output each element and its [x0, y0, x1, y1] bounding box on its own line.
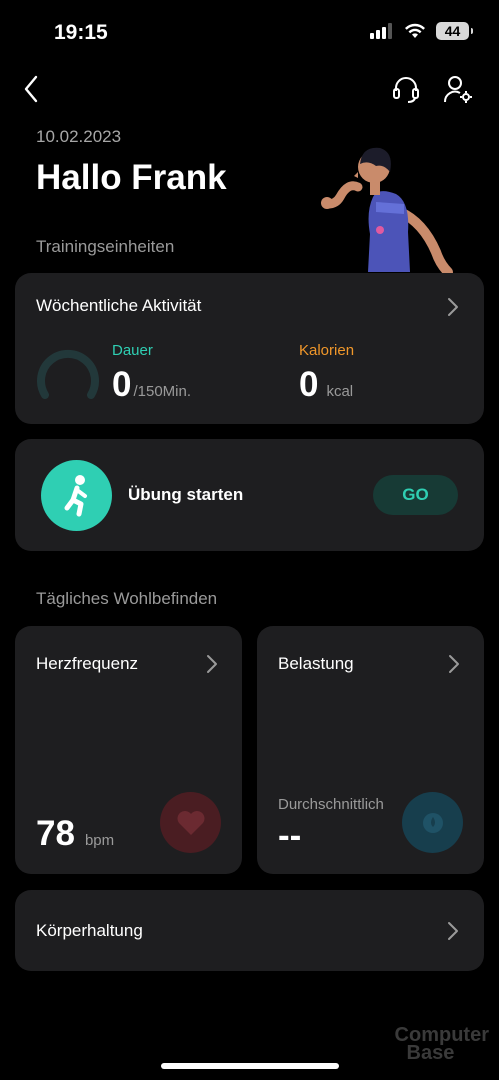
- chevron-right-icon: [448, 922, 458, 940]
- duration-unit: /150Min.: [133, 383, 192, 400]
- calories-metric: 0 kcal: [299, 365, 353, 405]
- status-icons: 44: [370, 22, 473, 40]
- calories-label: Kalorien: [299, 342, 355, 359]
- heart-badge: [160, 792, 221, 853]
- wellbeing-section-label: Tägliches Wohlbefinden: [36, 589, 218, 608]
- heart-icon: [177, 810, 204, 835]
- calories-unit: kcal: [326, 383, 354, 400]
- stress-title: Belastung: [278, 654, 354, 673]
- battery-indicator: 44: [436, 22, 473, 40]
- duration-metric: 0 /150Min.: [112, 365, 191, 405]
- home-indicator[interactable]: [161, 1063, 339, 1069]
- stress-card[interactable]: Belastung Durchschnittlich --: [257, 626, 484, 874]
- weekly-activity-card[interactable]: Wöchentliche Aktivität Dauer 0 /150Min. …: [15, 273, 484, 424]
- duration-value: 0: [112, 365, 132, 404]
- chevron-right-icon: [207, 655, 217, 673]
- stress-sub-label: Durchschnittlich: [278, 796, 384, 813]
- support-button[interactable]: [389, 72, 423, 106]
- watermark-line2: Base: [406, 1042, 455, 1064]
- training-section-label: Trainingseinheiten: [36, 237, 175, 256]
- stress-drop-icon: [422, 812, 443, 833]
- posture-card[interactable]: Körperhaltung: [15, 890, 484, 971]
- chevron-left-icon: [24, 75, 38, 103]
- back-button[interactable]: [16, 72, 46, 106]
- chevron-right-icon: [448, 298, 458, 316]
- profile-settings-button[interactable]: [441, 72, 475, 106]
- start-exercise-card[interactable]: Übung starten GO: [15, 439, 484, 551]
- start-exercise-label: Übung starten: [128, 485, 244, 504]
- stress-badge: [402, 792, 463, 853]
- posture-title: Körperhaltung: [36, 921, 143, 940]
- user-settings-icon: [443, 76, 472, 103]
- greeting-title: Hallo Frank: [36, 158, 227, 197]
- chevron-right-icon: [449, 655, 459, 673]
- date-label: 10.02.2023: [36, 127, 122, 146]
- go-button[interactable]: GO: [373, 475, 458, 515]
- duration-label: Dauer: [112, 342, 153, 359]
- calories-value: 0: [299, 365, 319, 404]
- weekly-activity-title: Wöchentliche Aktivität: [36, 296, 202, 315]
- heart-rate-value: 78: [36, 814, 75, 853]
- heart-rate-unit: bpm: [84, 832, 115, 849]
- wifi-icon: [405, 23, 425, 38]
- status-time: 19:15: [54, 21, 108, 44]
- watermark-logo: Computer Base: [395, 1025, 489, 1064]
- runner-illustration: [321, 147, 453, 274]
- exercise-icon-badge: [41, 460, 112, 531]
- running-person-icon: [64, 475, 87, 517]
- headset-icon: [393, 77, 419, 103]
- stress-value: --: [278, 816, 302, 855]
- heart-rate-title: Herzfrequenz: [36, 654, 139, 673]
- cellular-signal-icon: [370, 23, 392, 39]
- heart-rate-metric: 78 bpm: [36, 814, 114, 854]
- heart-rate-card[interactable]: Herzfrequenz 78 bpm: [15, 626, 242, 874]
- duration-progress-ring: [37, 349, 99, 399]
